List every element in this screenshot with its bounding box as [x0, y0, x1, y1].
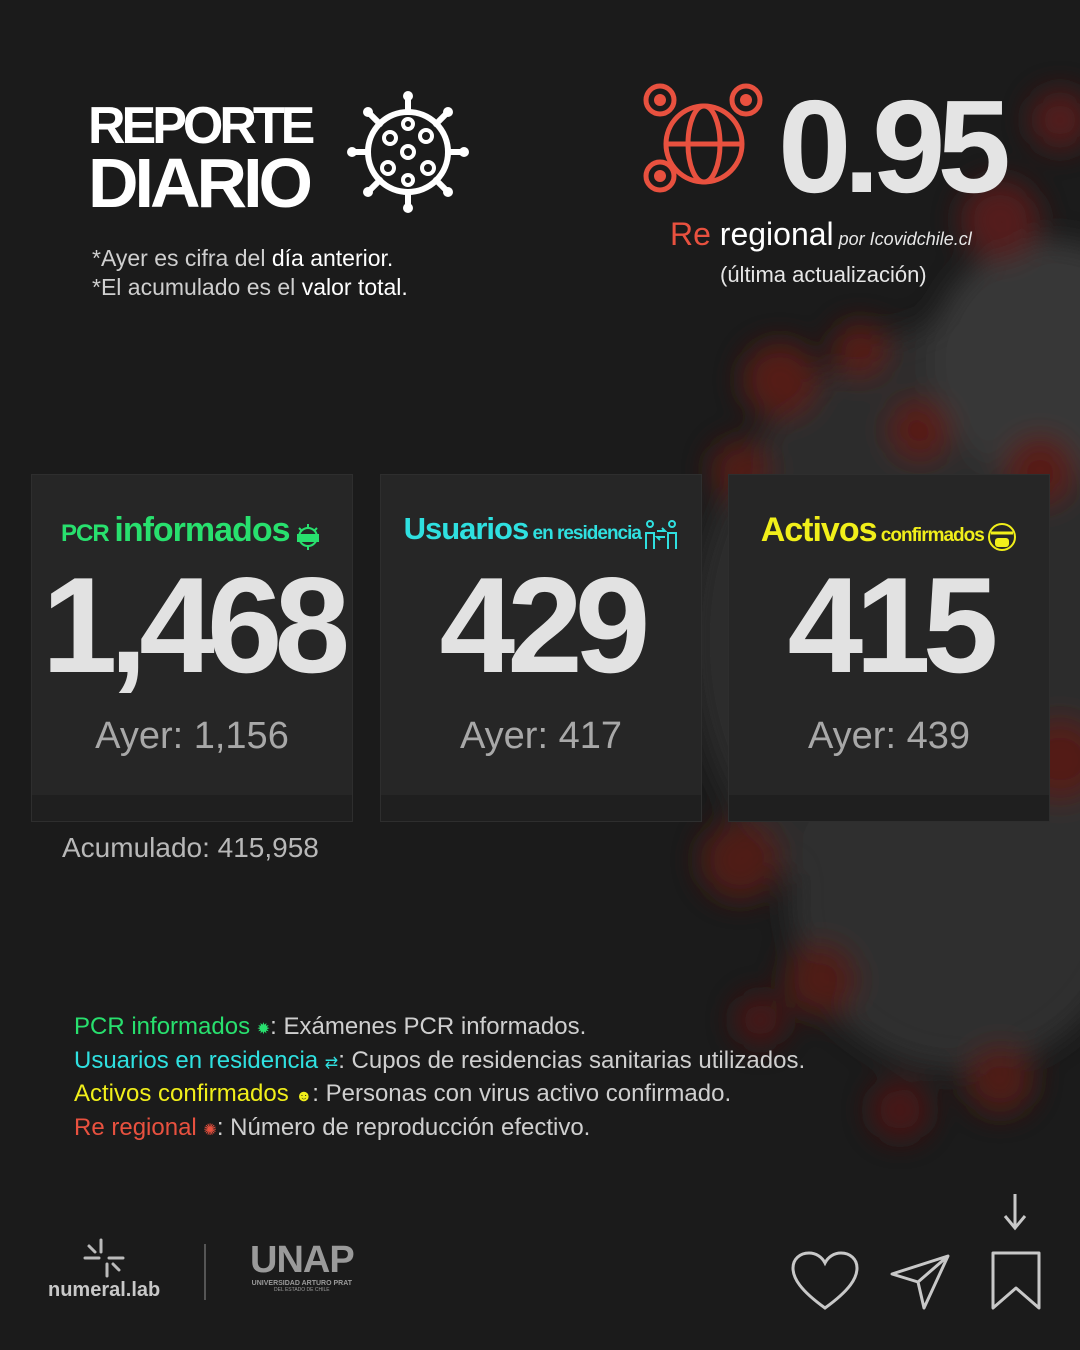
card-footer-strip [32, 795, 352, 821]
people-exchange-icon [645, 519, 678, 549]
legend-term: PCR informados [74, 1013, 257, 1040]
legend-term: Activos confirmados [74, 1080, 296, 1107]
card-activos-value: 415 [787, 549, 999, 701]
unap-text: UNAP [250, 1239, 355, 1281]
re-label: Re regional por Icovidchile.cl [670, 216, 972, 253]
card-residencia: Usuarios en residencia 429 Ayer: 417 [381, 475, 701, 821]
note-accumulated: *El acumulado es el valor total. [92, 273, 408, 302]
card-pcr-title: informados [114, 511, 290, 549]
globe-virus-icon [643, 83, 763, 193]
note-text: *Ayer es cifra del [92, 245, 272, 271]
card-residencia-yesterday: Ayer: 417 [460, 715, 622, 757]
report-title: REPORTE DIARIO [88, 100, 315, 222]
card-activos: Activos confirmados 415 Ayer: 439 [729, 475, 1049, 821]
legend-desc: : Personas con virus activo confirmado. [312, 1080, 732, 1107]
card-activos-subtitle: confirmados [876, 525, 985, 546]
card-activos-title: Activos [760, 511, 878, 549]
legend-term: Usuarios en residencia [74, 1046, 325, 1074]
card-residencia-value: 429 [439, 549, 651, 701]
card-pcr-prefix: PCR [61, 520, 115, 547]
card-activos-heading: Activos confirmados [729, 511, 1049, 553]
title-line-2: DIARIO [88, 144, 313, 222]
re-label-red: Re [670, 216, 711, 252]
re-label-white: regional [710, 216, 834, 252]
masked-face-icon: ☻ [295, 1088, 313, 1105]
legend-item-re: Re regional ✺: Número de reproducción ef… [74, 1113, 805, 1147]
legend-item-pcr: PCR informados ✹: Exámenes PCR informado… [74, 1012, 805, 1046]
legend-item-residencia: Usuarios en residencia ⇄: Cupos de resid… [74, 1046, 805, 1080]
people-exchange-icon: ⇄ [324, 1054, 339, 1072]
card-activos-yesterday: Ayer: 439 [808, 715, 970, 757]
send-icon[interactable] [888, 1252, 952, 1312]
masked-face-icon [988, 522, 1017, 551]
card-footer-strip [381, 795, 701, 821]
virus-icon [347, 91, 469, 213]
legend-item-activos: Activos confirmados ☻: Personas con viru… [74, 1079, 805, 1113]
note-yesterday: *Ayer es cifra del día anterior. [92, 244, 408, 273]
legend: PCR informados ✹: Exámenes PCR informado… [74, 1012, 805, 1146]
card-pcr-value: 1,468 [41, 549, 350, 701]
legend-desc: : Cupos de residencias sanitarias utiliz… [338, 1046, 806, 1074]
numeral-lab-text: numeral.lab [48, 1279, 161, 1301]
note-highlight: valor total. [301, 274, 408, 300]
unap-subtitle: UNIVERSIDAD ARTURO PRAT [251, 1280, 353, 1287]
card-pcr: PCR informados 1,468 Ayer: 1,156 [32, 475, 352, 821]
note-text: *El acumulado es el [92, 274, 302, 300]
numeral-lab-mark [83, 1238, 125, 1278]
footer-divider [204, 1244, 206, 1300]
legend-desc: : Exámenes PCR informados. [270, 1013, 587, 1040]
accumulated-total: Acumulado: 415,958 [62, 832, 319, 863]
globe-virus-icon: ✺ [203, 1121, 217, 1139]
re-source: por Icovidchile.cl [833, 229, 972, 249]
card-residencia-heading: Usuarios en residencia [381, 511, 701, 551]
note-highlight: día anterior. [271, 245, 394, 271]
card-residencia-title: Usuarios [403, 511, 530, 546]
notes: *Ayer es cifra del día anterior. *El acu… [92, 244, 408, 302]
alert-virus-icon: ✹ [256, 1021, 271, 1038]
arrow-down-icon [1003, 1194, 1027, 1231]
numeral-lab-logo: numeral.lab [48, 1238, 160, 1302]
card-pcr-yesterday: Ayer: 1,156 [95, 715, 289, 757]
alert-virus-icon [296, 523, 319, 550]
bookmark-icon[interactable] [990, 1250, 1042, 1312]
re-subtitle: (última actualización) [720, 262, 927, 287]
unap-logo: UNAP UNIVERSIDAD ARTURO PRAT DEL ESTADO … [250, 1239, 355, 1293]
unap-subtitle-2: DEL ESTADO DE CHILE [274, 1287, 330, 1293]
heart-icon[interactable] [790, 1250, 860, 1312]
card-pcr-heading: PCR informados [32, 511, 352, 552]
legend-desc: : Número de reproducción efectivo. [216, 1113, 591, 1141]
card-footer-strip [729, 795, 1049, 821]
re-value: 0.95 [778, 73, 1011, 220]
legend-term: Re regional [74, 1113, 204, 1141]
card-residencia-subtitle: en residencia [528, 523, 642, 544]
